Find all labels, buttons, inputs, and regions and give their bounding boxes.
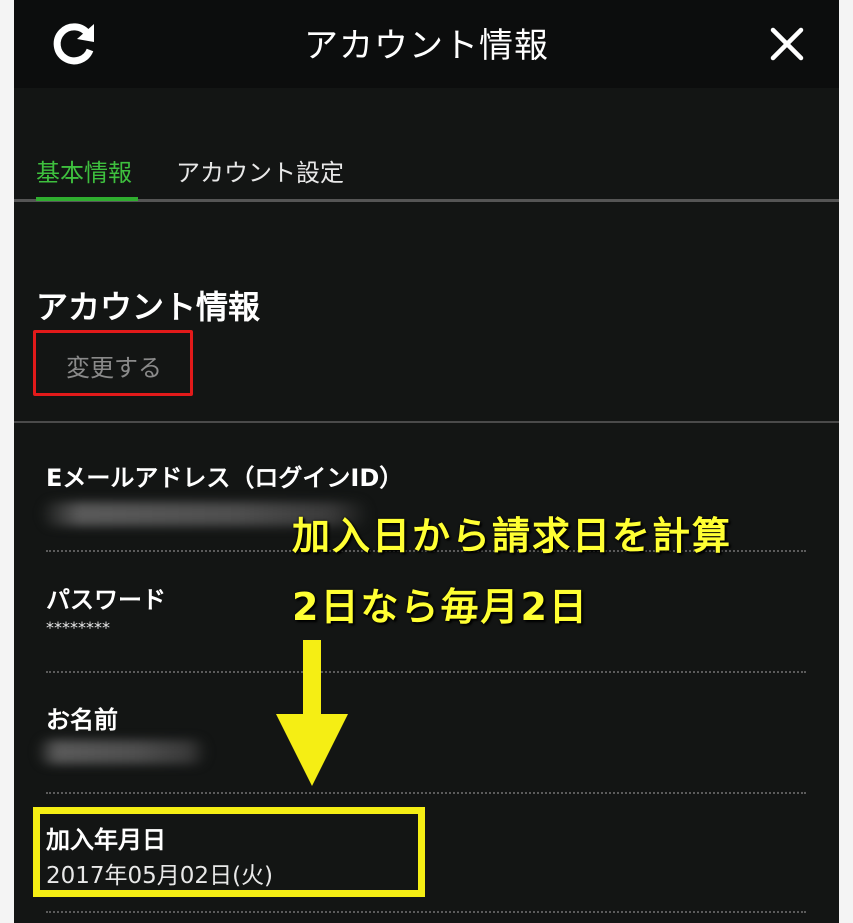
- join-date-highlight-box: [33, 807, 425, 897]
- email-label: Eメールアドレス（ログインID）: [46, 464, 404, 492]
- change-button[interactable]: 変更する: [66, 348, 162, 383]
- account-screen: アカウント情報 基本情報 アカウント設定 アカウント情報 変更する Eメールアド…: [0, 0, 853, 923]
- tab-basic-info[interactable]: 基本情報: [36, 153, 132, 188]
- frame-edge-left: [0, 0, 14, 923]
- name-label: お名前: [46, 706, 118, 734]
- password-label: パスワード: [46, 586, 166, 614]
- active-tab-indicator: [36, 197, 138, 201]
- password-value: ********: [46, 618, 110, 637]
- section-title: アカウント情報: [36, 288, 261, 326]
- section-divider: [14, 421, 839, 423]
- frame-edge-right: [839, 0, 853, 923]
- page-title: アカウント情報: [304, 26, 549, 66]
- name-value-blurred: [36, 740, 208, 764]
- field-divider: [46, 671, 806, 673]
- annotation-arrow-icon: [276, 640, 348, 786]
- annotation-line-2: 2日なら毎月2日: [292, 585, 589, 629]
- header-bar: アカウント情報: [14, 0, 839, 88]
- field-divider: [46, 792, 806, 794]
- annotation-line-1: 加入日から請求日を計算: [292, 514, 733, 558]
- tab-account-settings[interactable]: アカウント設定: [176, 153, 344, 188]
- tab-bar: 基本情報 アカウント設定: [14, 145, 839, 203]
- close-icon[interactable]: [765, 22, 809, 66]
- field-divider: [46, 911, 806, 913]
